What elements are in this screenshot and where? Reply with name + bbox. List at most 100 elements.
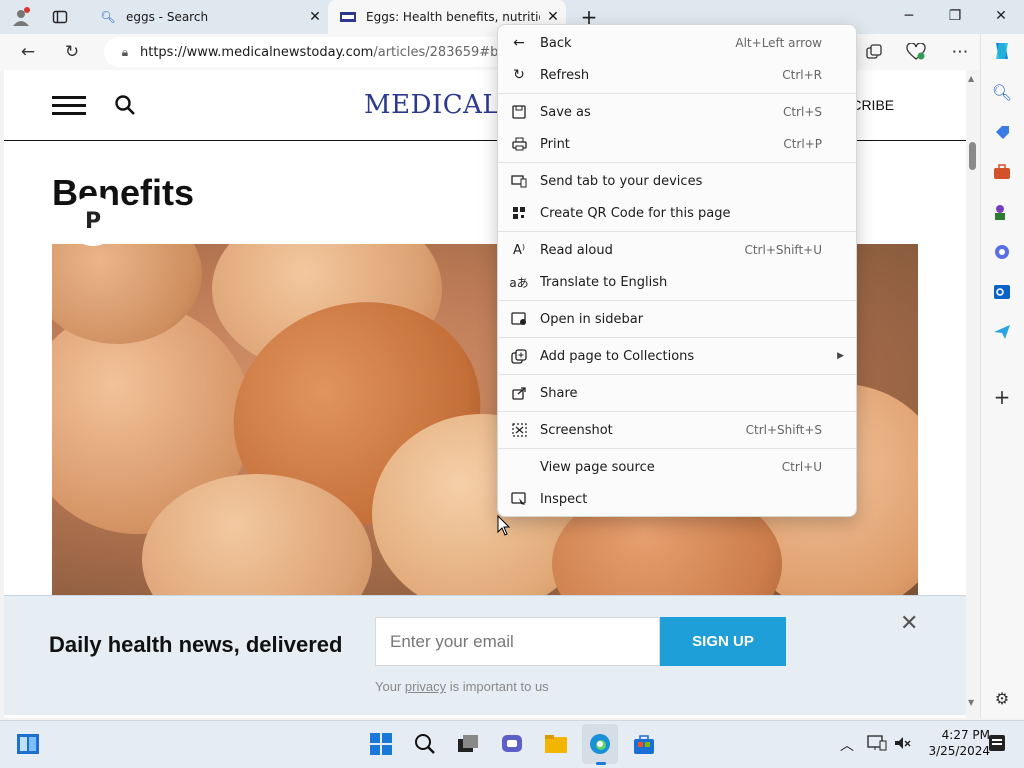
tab-actions-icon[interactable] — [48, 6, 72, 28]
privacy-prefix: Your — [375, 679, 405, 694]
tray-chevron-icon[interactable]: ︿ — [840, 735, 854, 755]
save-icon — [498, 105, 540, 119]
search-icon[interactable] — [114, 94, 136, 120]
taskbar-search-icon[interactable] — [412, 731, 438, 757]
tab-search[interactable]: 🔍︎ eggs - Search ✕ — [88, 0, 328, 34]
share-icon — [498, 386, 540, 400]
menu-item-label: Refresh — [540, 67, 590, 83]
tab-label: Eggs: Health benefits, nutrition, a — [366, 10, 540, 24]
store-icon[interactable] — [631, 731, 657, 757]
menu-item-label: Back — [540, 35, 572, 51]
profile-icon[interactable] — [8, 4, 34, 30]
close-window-button[interactable]: ✕ — [978, 0, 1024, 32]
menu-item-label: Print — [540, 136, 570, 152]
menu-icon[interactable] — [52, 88, 86, 120]
microsoft365-icon[interactable] — [989, 239, 1015, 265]
settings-more-icon[interactable]: ⋯ — [944, 36, 976, 68]
mouse-cursor — [497, 514, 511, 541]
menu-item-shortcut: Ctrl+P — [783, 137, 822, 151]
collections-icon — [498, 348, 540, 364]
inspect-icon — [498, 492, 540, 506]
screenshot-icon — [498, 423, 540, 437]
privacy-link[interactable]: privacy — [405, 679, 446, 694]
outlook-icon[interactable] — [989, 279, 1015, 305]
teams-chat-icon[interactable] — [499, 731, 525, 757]
task-view-icon[interactable] — [455, 731, 481, 757]
close-tab-icon[interactable]: ✕ — [302, 9, 328, 25]
sidebar-settings-icon[interactable]: ⚙ — [989, 685, 1015, 711]
translate-icon: aあ — [509, 275, 529, 290]
menu-item-label: View page source — [540, 459, 655, 475]
menu-item-shortcut: Ctrl+Shift+S — [745, 423, 822, 437]
privacy-note: Your privacy is important to us — [375, 679, 549, 694]
address-bar[interactable]: 🔒︎ https://www.medicalnewstoday.com/arti… — [104, 37, 524, 67]
print-icon — [498, 137, 540, 151]
clock-time: 4:27 PM — [941, 728, 990, 742]
menu-item-label: Share — [540, 385, 578, 401]
menu-item-label: Inspect — [540, 491, 588, 507]
refresh-icon: ↻ — [513, 67, 525, 83]
menu-item-inspect[interactable]: Inspect — [498, 483, 856, 515]
clock-date: 3/25/2024 — [928, 744, 990, 758]
menu-item-read-aloud[interactable]: A⁾ Read aloud Ctrl+Shift+U — [498, 234, 856, 266]
menu-item-translate[interactable]: aあ Translate to English — [498, 266, 856, 298]
start-icon[interactable] — [368, 731, 394, 757]
volume-muted-icon[interactable] — [893, 734, 913, 756]
close-banner-icon[interactable]: ✕ — [900, 611, 918, 636]
minimize-button[interactable]: ─ — [886, 0, 932, 32]
signup-button[interactable]: SIGN UP — [660, 617, 786, 666]
search-icon: 🔍︎ — [100, 10, 116, 24]
menu-item-refresh[interactable]: ↻ Refresh Ctrl+R — [498, 59, 856, 91]
restore-button[interactable]: ❐ — [932, 0, 978, 32]
menu-item-back[interactable]: ← Back Alt+Left arrow — [498, 27, 856, 59]
menu-item-label: Add page to Collections — [540, 348, 695, 364]
submenu-arrow-icon: ▶ — [837, 351, 844, 361]
pinterest-button[interactable]: P — [68, 196, 118, 246]
menu-item-send-tab[interactable]: Send tab to your devices — [498, 165, 856, 197]
context-menu: ← Back Alt+Left arrow ↻ Refresh Ctrl+R Save … — [497, 24, 857, 517]
tools-icon[interactable] — [989, 159, 1015, 185]
menu-item-save-as[interactable]: Save as Ctrl+S — [498, 96, 856, 128]
display-icon[interactable] — [867, 734, 887, 756]
menu-item-shortcut: Ctrl+S — [782, 105, 822, 119]
menu-item-share[interactable]: Share — [498, 377, 856, 409]
add-sidebar-app-icon[interactable]: + — [989, 384, 1015, 410]
menu-item-collections[interactable]: Add page to Collections ▶ — [498, 340, 856, 372]
send-icon[interactable] — [989, 319, 1015, 345]
close-tab-icon[interactable]: ✕ — [540, 9, 566, 25]
menu-item-screenshot[interactable]: Screenshot Ctrl+Shift+S — [498, 414, 856, 446]
url-host: https://www.medicalnewstoday.com — [140, 44, 374, 60]
menu-item-shortcut: Ctrl+U — [781, 460, 822, 474]
refresh-button[interactable]: ↻ — [56, 36, 88, 68]
menu-item-open-sidebar[interactable]: Open in sidebar — [498, 303, 856, 335]
search-icon[interactable]: 🔍︎ — [989, 79, 1015, 105]
menu-item-view-source[interactable]: View page source Ctrl+U — [498, 451, 856, 483]
shopping-icon[interactable] — [989, 119, 1015, 145]
menu-item-label: Read aloud — [540, 242, 613, 258]
email-input[interactable]: Enter your email — [375, 617, 660, 666]
url-path: /articles/283659#be — [373, 44, 507, 60]
site-favicon-icon — [340, 9, 356, 25]
menu-item-label: Translate to English — [540, 274, 668, 290]
browser-essentials-icon[interactable] — [900, 36, 932, 68]
edge-icon[interactable] — [587, 731, 613, 757]
page-scrollbar[interactable]: ▲ ▼ — [966, 70, 980, 718]
menu-item-shortcut: Ctrl+R — [782, 68, 822, 82]
tab-label: eggs - Search — [126, 10, 209, 24]
file-explorer-icon[interactable] — [543, 731, 569, 757]
menu-item-qr-code[interactable]: Create QR Code for this page — [498, 197, 856, 229]
scrollbar-thumb[interactable] — [969, 142, 976, 170]
menu-item-print[interactable]: Print Ctrl+P — [498, 128, 856, 160]
active-app-indicator — [596, 762, 606, 765]
collections-icon[interactable] — [858, 36, 890, 68]
menu-item-shortcut: Alt+Left arrow — [735, 36, 822, 50]
clock[interactable]: 4:27 PM 3/25/2024 — [920, 727, 990, 759]
lock-icon: 🔒︎ — [121, 44, 129, 59]
widgets-icon[interactable] — [15, 731, 41, 757]
sidebar-icon — [498, 312, 540, 326]
menu-item-shortcut: Ctrl+Shift+U — [744, 243, 822, 257]
copilot-icon[interactable] — [989, 38, 1015, 64]
notifications-icon[interactable] — [988, 734, 1006, 756]
back-button[interactable]: ← — [12, 36, 44, 68]
games-icon[interactable] — [989, 199, 1015, 225]
